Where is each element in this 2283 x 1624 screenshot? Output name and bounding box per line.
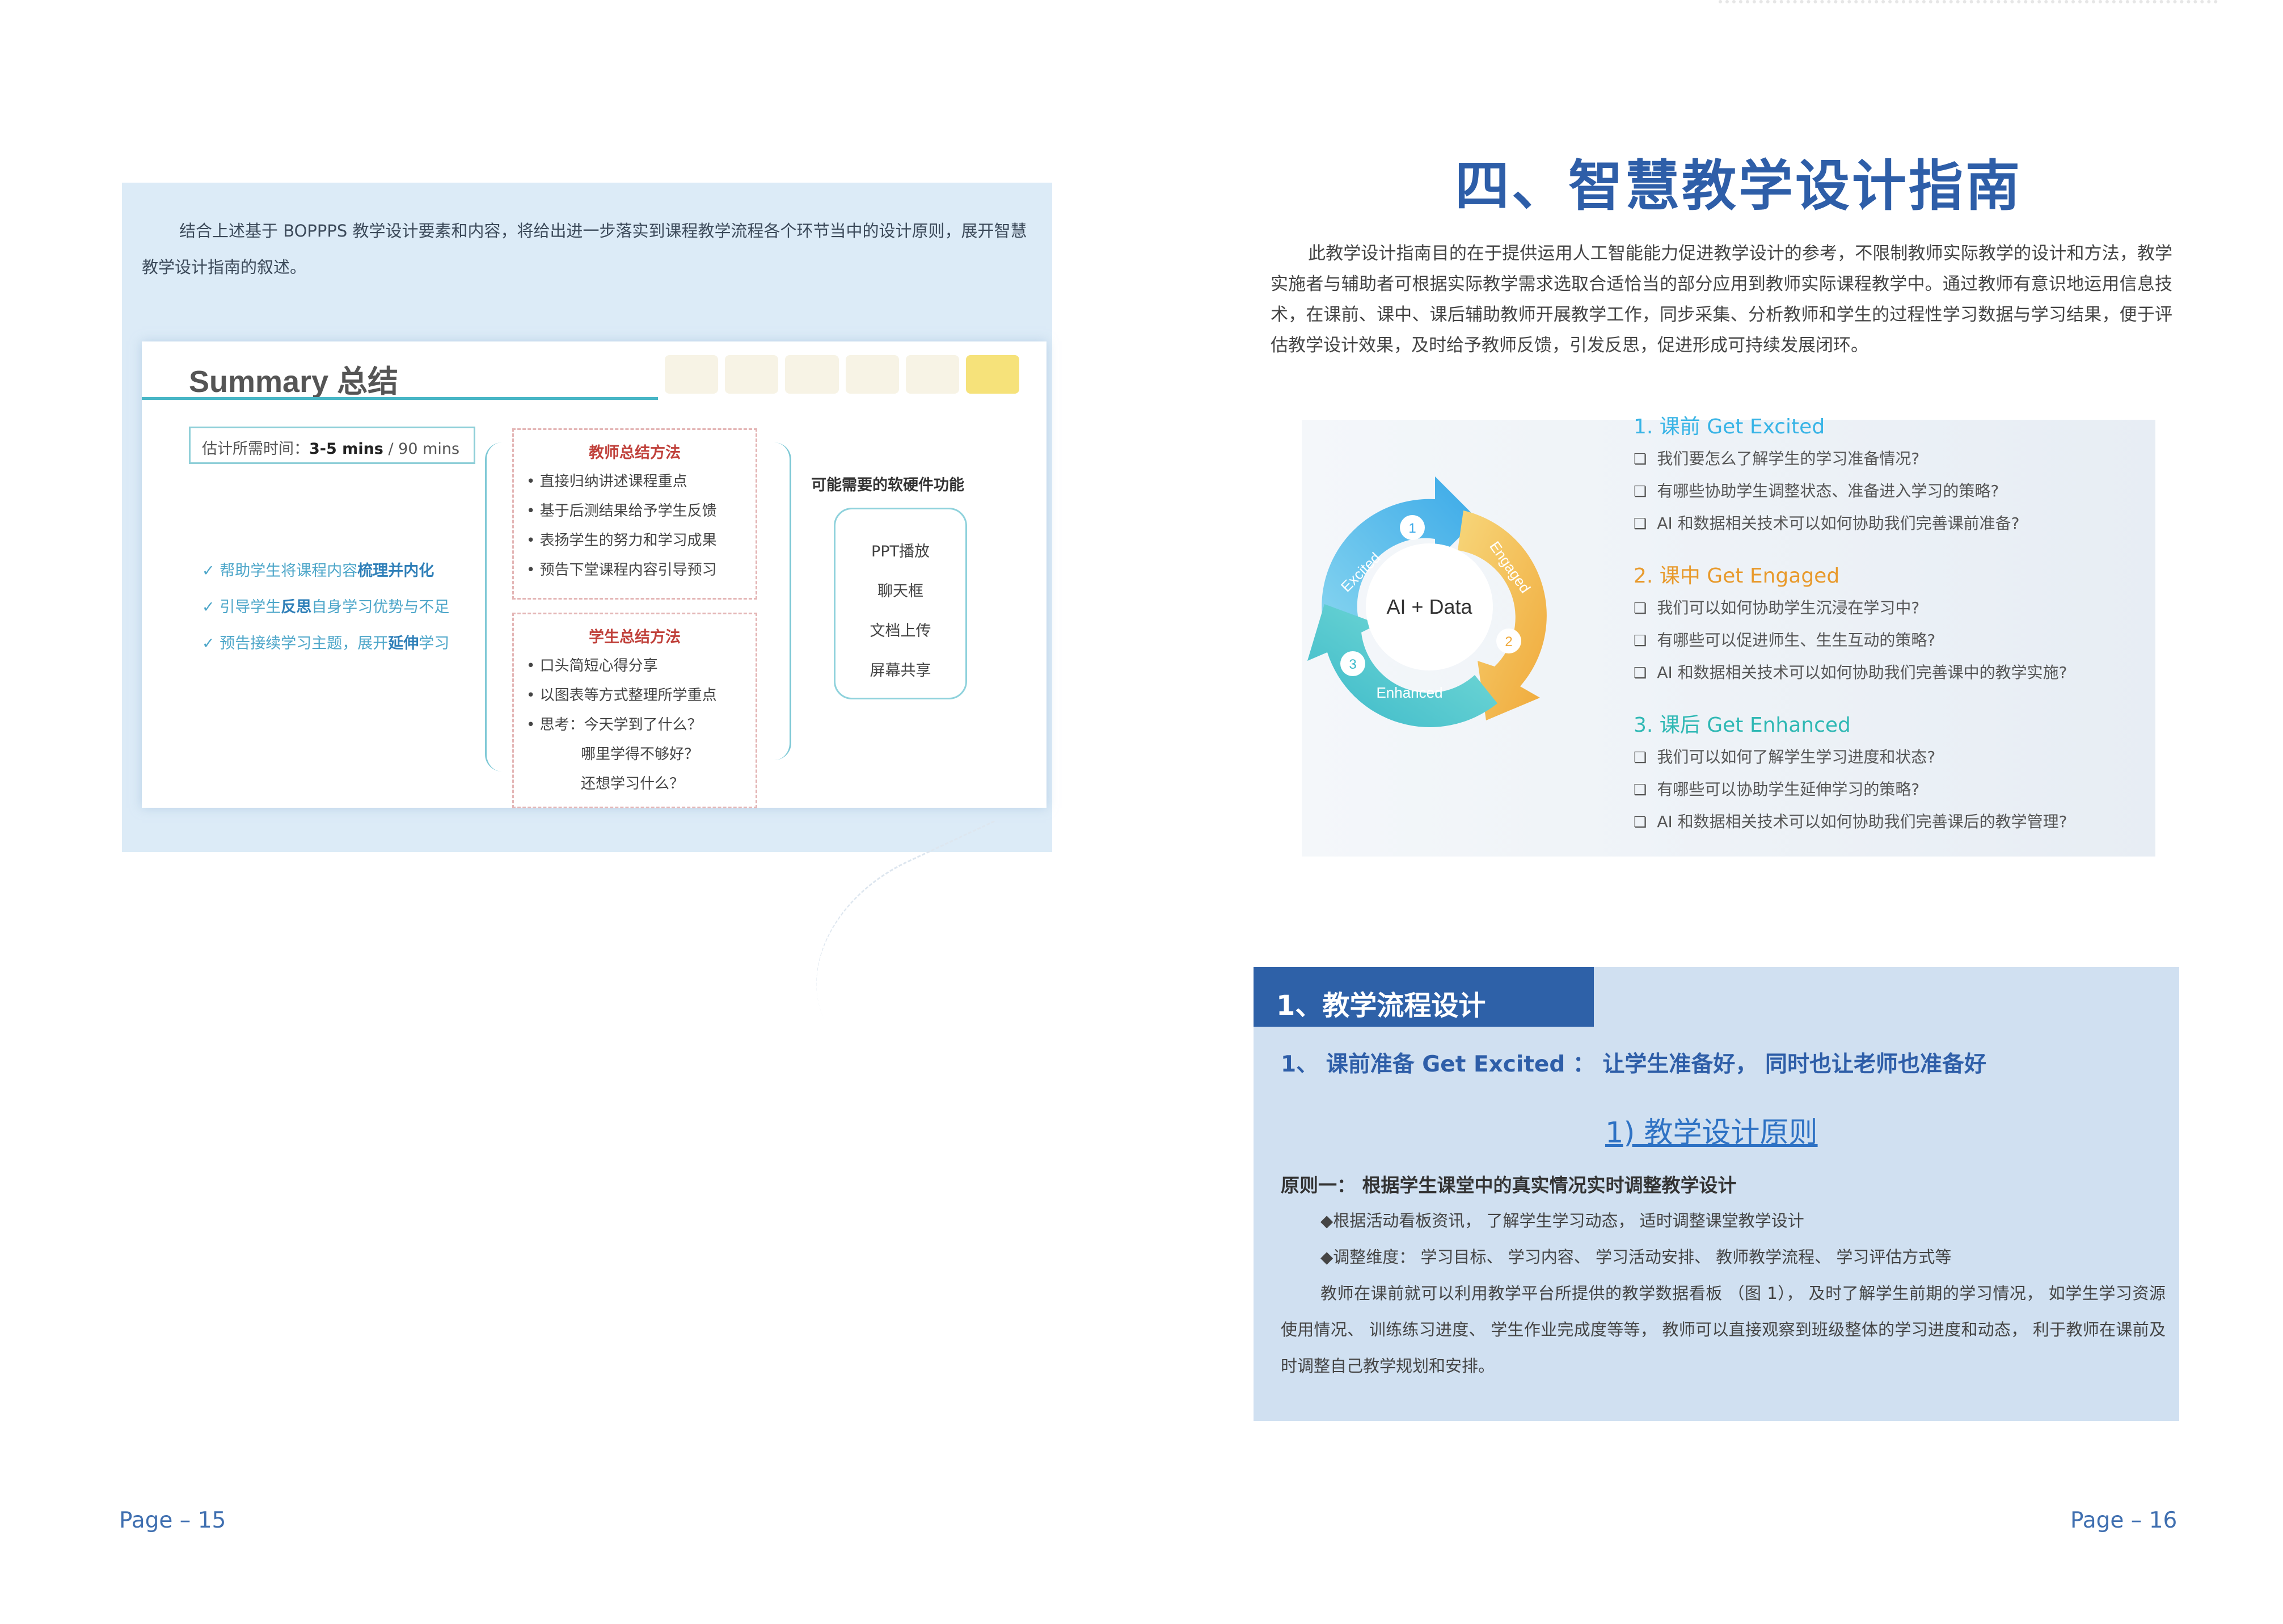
page-heading: 四、智慧教学设计指南 <box>1455 154 2022 218</box>
cycle-steps-list: 1. 课前 Get Excited 我们要怎么了解学生的学习准备情况? 有哪些协… <box>1634 411 2144 838</box>
checklist-icon <box>905 355 959 394</box>
software-item: 文档上传 <box>870 622 931 640</box>
decorative-dashed-arc <box>778 820 1071 1086</box>
software-features-title: 可能需要的软硬件功能 <box>811 476 964 494</box>
list-item: 还想学习什么？ <box>581 775 685 792</box>
svg-text:3: 3 <box>1349 657 1356 672</box>
teacher-box-title: 教师总结方法 <box>589 444 681 462</box>
check-icon: ✓ <box>202 635 220 652</box>
page-number-left: Page – 15 <box>119 1508 226 1533</box>
list-item: • 思考：今天学到了什么？ <box>526 716 702 733</box>
slide-title: Summary 总结 <box>189 365 399 399</box>
goal-list: ✓ 帮助学生将课程内容梳理并内化 ✓ 引导学生反思自身学习优势与不足 ✓ 预告接… <box>202 553 497 662</box>
step-title: 1. 课前 Get Excited <box>1634 415 1825 438</box>
right-brace-connector <box>763 442 791 760</box>
principle-bullet: ◆调整维度： 学习目标、 学习内容、 学习活动安排、 教师教学流程、 学习评估方… <box>1320 1247 1952 1267</box>
slide-icon-strip <box>665 355 1020 394</box>
software-item: 屏幕共享 <box>870 662 931 680</box>
list-item: • 表扬学生的努力和学习成果 <box>526 532 717 549</box>
section-body: 原则一： 根据学生课堂中的真实情况实时调整教学设计 ◆根据活动看板资讯， 了解学… <box>1281 1169 2166 1384</box>
time-label: 估计所需时间： <box>202 440 309 458</box>
step-title: 2. 课中 Get Engaged <box>1634 564 1840 588</box>
checkbox-question: AI 和数据相关技术可以如何协助我们完善课前准备? <box>1634 508 2144 540</box>
svg-text:AI + Data: AI + Data <box>1386 595 1472 618</box>
section-tab-heading: 1、教学流程设计 <box>1254 967 1594 1027</box>
time-estimate-box: 估计所需时间：3-5 mins / 90 mins <box>189 427 475 464</box>
checkbox-question: 有哪些协助学生调整状态、准备进入学习的策略? <box>1634 475 2144 508</box>
list-item: • 基于后测结果给予学生反馈 <box>526 503 717 520</box>
checkbox-question: 有哪些可以促进师生、生生互动的策略? <box>1634 625 2144 657</box>
goal-item: ✓ 引导学生反思自身学习优势与不足 <box>202 598 450 616</box>
left-intro-paragraph: 结合上述基于 BOPPPS 教学设计要素和内容，将给出进一步落实到课程教学流程各… <box>142 221 1027 277</box>
checkbox-question: 我们可以如何了解学生学习进度和状态? <box>1634 741 2144 774</box>
idea-bulb-icon <box>965 355 1020 394</box>
student-box-title: 学生总结方法 <box>589 628 681 646</box>
student-summary-box: 学生总结方法 • 口头简短心得分享 • 以图表等方式整理所学重点 • 思考：今天… <box>512 613 757 808</box>
teaching-cycle-diagram: AI + Data Excited Engaged Enhanced 1 2 3 <box>1307 476 1547 727</box>
principle-heading: 原则一： 根据学生课堂中的真实情况实时调整教学设计 <box>1281 1174 1737 1196</box>
software-features-box: PPT播放 聊天框 文档上传 屏幕共享 <box>834 508 967 699</box>
checkbox-question: 我们要怎么了解学生的学习准备情况? <box>1634 443 2144 475</box>
time-total: / 90 mins <box>383 440 460 458</box>
decorative-dot-border <box>1719 0 2218 6</box>
checkbox-question: AI 和数据相关技术可以如何协助我们完善课中的教学实施? <box>1634 657 2144 689</box>
checkbox-question: 有哪些可以协助学生延伸学习的策略? <box>1634 774 2144 806</box>
goal-item: ✓ 帮助学生将课程内容梳理并内化 <box>202 562 434 580</box>
checkbox-question: 我们可以如何协助学生沉浸在学习中? <box>1634 592 2144 625</box>
check-icon: ✓ <box>202 598 220 616</box>
list-item: • 口头简短心得分享 <box>526 657 658 674</box>
section-subtitle: 1、 课前准备 Get Excited ： 让学生准备好， 同时也让老师也准备好 <box>1281 1052 1987 1077</box>
svg-text:2: 2 <box>1505 634 1512 649</box>
principle-paragraph: 教师在课前就可以利用教学平台所提供的教学数据看板 （图 1）， 及时了解学生前期… <box>1281 1284 2166 1376</box>
slide-title-underline <box>142 397 658 400</box>
page-number-right: Page – 16 <box>2070 1508 2177 1533</box>
teacher-summary-box: 教师总结方法 • 直接归纳讲述课程重点 • 基于后测结果给予学生反馈 • 表扬学… <box>512 428 757 600</box>
chat-icon <box>785 355 839 394</box>
software-item: PPT播放 <box>871 543 930 560</box>
goal-item: ✓ 预告接续学习主题，展开延伸学习 <box>202 635 450 652</box>
list-item: • 以图表等方式整理所学重点 <box>526 687 717 704</box>
right-intro-paragraph: 此教学设计指南目的在于提供运用人工智能能力促进教学设计的参考，不限制教师实际教学… <box>1271 243 2172 356</box>
check-icon: ✓ <box>202 562 220 580</box>
svg-text:Enhanced: Enhanced <box>1376 684 1442 701</box>
list-item: 哪里学得不够好？ <box>581 746 699 763</box>
list-item: • 预告下堂课程内容引导预习 <box>526 562 717 579</box>
hands-icon <box>845 355 899 394</box>
principle-bullet: ◆根据活动看板资讯， 了解学生学习动态， 适时调整课堂教学设计 <box>1320 1211 1804 1230</box>
section-h3-link[interactable]: 1) 教学设计原则 <box>1605 1109 1818 1151</box>
people-icon <box>725 355 779 394</box>
software-item: 聊天框 <box>877 583 923 600</box>
checkbox-question: AI 和数据相关技术可以如何协助我们完善课后的教学管理? <box>1634 806 2144 838</box>
step-title: 3. 课后 Get Enhanced <box>1634 714 1851 737</box>
left-brace-connector <box>485 442 508 771</box>
time-value: 3-5 mins <box>309 440 383 458</box>
lightbulb-icon <box>665 355 719 394</box>
list-item: • 直接归纳讲述课程重点 <box>526 473 687 490</box>
svg-text:1: 1 <box>1408 521 1416 536</box>
